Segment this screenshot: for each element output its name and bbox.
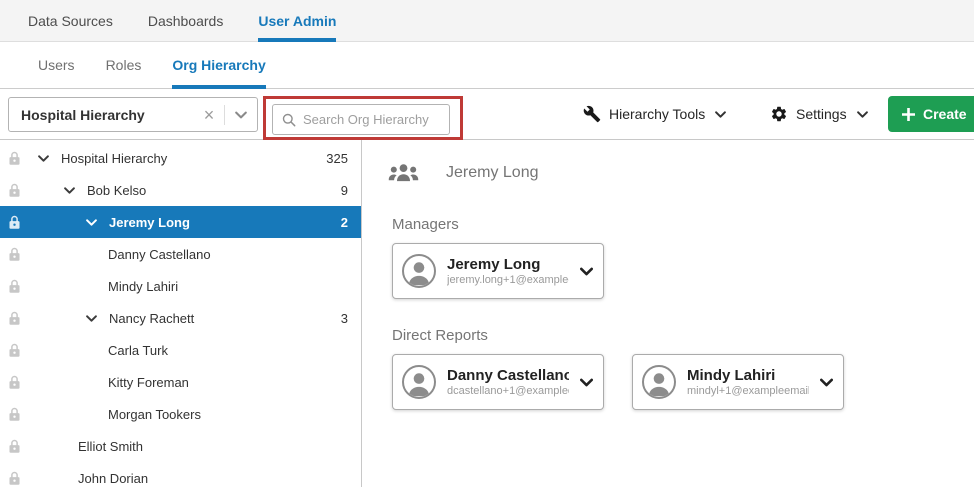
tree-row-label: Hospital Hierarchy bbox=[61, 151, 167, 166]
person-email: jeremy.long+1@examplee... bbox=[447, 274, 569, 286]
tree-row-label: Elliot Smith bbox=[78, 439, 143, 454]
lock-icon[interactable] bbox=[8, 342, 21, 358]
tree-row-label: Kitty Foreman bbox=[108, 375, 189, 390]
search-box bbox=[272, 104, 450, 135]
person-card[interactable]: Jeremy Long jeremy.long+1@examplee... bbox=[392, 243, 604, 299]
chevron-down-icon[interactable] bbox=[86, 219, 97, 226]
gear-icon bbox=[770, 105, 788, 123]
person-email: mindyl+1@exampleemail.... bbox=[687, 385, 809, 397]
tree-row-label: John Dorian bbox=[78, 471, 148, 486]
tree-row-label: Bob Kelso bbox=[87, 183, 146, 198]
wrench-icon bbox=[583, 105, 601, 123]
lock-icon[interactable] bbox=[8, 470, 21, 486]
chevron-down-icon[interactable] bbox=[820, 378, 833, 387]
tab-data-sources[interactable]: Data Sources bbox=[28, 0, 113, 41]
subtab-users[interactable]: Users bbox=[38, 42, 75, 88]
toolbar: Hospital Hierarchy × Hierarchy Tools Set… bbox=[0, 89, 974, 140]
tree-row[interactable]: Morgan Tookers bbox=[0, 398, 361, 430]
create-button[interactable]: Create bbox=[888, 96, 974, 132]
tree-row-label: Morgan Tookers bbox=[108, 407, 201, 422]
primary-nav: Data Sources Dashboards User Admin bbox=[0, 0, 974, 42]
tab-user-admin[interactable]: User Admin bbox=[258, 0, 336, 41]
tree-row[interactable]: Jeremy Long 2 bbox=[0, 206, 361, 238]
plus-icon bbox=[902, 108, 915, 121]
settings-label: Settings bbox=[796, 106, 847, 122]
subtab-org-hierarchy[interactable]: Org Hierarchy bbox=[172, 42, 265, 88]
person-card[interactable]: Danny Castellano dcastellano+1@examplee.… bbox=[392, 354, 604, 410]
lock-icon[interactable] bbox=[8, 406, 21, 422]
section-direct-reports: Direct Reports Danny Castellano dcastell… bbox=[392, 327, 974, 410]
search-icon bbox=[282, 113, 296, 127]
chevron-down-icon bbox=[715, 111, 726, 118]
person-email: dcastellano+1@examplee... bbox=[447, 385, 569, 397]
secondary-nav: Users Roles Org Hierarchy bbox=[0, 42, 974, 89]
person-card[interactable]: Mindy Lahiri mindyl+1@exampleemail.... bbox=[632, 354, 844, 410]
tree-row-label: Nancy Rachett bbox=[109, 311, 194, 326]
card-text: Jeremy Long jeremy.long+1@examplee... bbox=[447, 256, 569, 286]
person-name: Jeremy Long bbox=[447, 256, 569, 273]
settings-button[interactable]: Settings bbox=[770, 89, 868, 139]
avatar bbox=[402, 254, 436, 288]
tree-row[interactable]: John Dorian bbox=[0, 462, 361, 487]
lock-icon[interactable] bbox=[8, 182, 21, 198]
tree-row[interactable]: Elliot Smith bbox=[0, 430, 361, 462]
clear-icon[interactable]: × bbox=[194, 106, 224, 124]
tree-row[interactable]: Kitty Foreman bbox=[0, 366, 361, 398]
chevron-down-icon[interactable] bbox=[225, 111, 257, 119]
hierarchy-tools-button[interactable]: Hierarchy Tools bbox=[583, 89, 726, 139]
hierarchy-select[interactable]: Hospital Hierarchy × bbox=[8, 97, 258, 132]
tree-row-count: 325 bbox=[326, 151, 348, 166]
avatar bbox=[402, 365, 436, 399]
chevron-down-icon[interactable] bbox=[38, 155, 49, 162]
subtab-roles[interactable]: Roles bbox=[106, 42, 142, 88]
create-label: Create bbox=[923, 106, 967, 122]
lock-icon[interactable] bbox=[8, 438, 21, 454]
detail-title: Jeremy Long bbox=[446, 164, 539, 182]
section-heading: Managers bbox=[392, 216, 974, 233]
avatar bbox=[642, 365, 676, 399]
chevron-down-icon[interactable] bbox=[580, 267, 593, 276]
person-name: Mindy Lahiri bbox=[687, 367, 809, 384]
tree-row[interactable]: Carla Turk bbox=[0, 334, 361, 366]
tree-row[interactable]: Danny Castellano bbox=[0, 238, 361, 270]
card-text: Danny Castellano dcastellano+1@examplee.… bbox=[447, 367, 569, 397]
detail-panel: Jeremy Long Managers Jeremy Long jeremy.… bbox=[362, 140, 974, 487]
tree-row[interactable]: Mindy Lahiri bbox=[0, 270, 361, 302]
tree-row-count: 9 bbox=[341, 183, 348, 198]
tree-row-label: Danny Castellano bbox=[108, 247, 211, 262]
lock-icon[interactable] bbox=[8, 150, 21, 166]
card-text: Mindy Lahiri mindyl+1@exampleemail.... bbox=[687, 367, 809, 397]
hierarchy-select-value: Hospital Hierarchy bbox=[9, 107, 194, 123]
tree-row-label: Carla Turk bbox=[108, 343, 168, 358]
lock-icon[interactable] bbox=[8, 278, 21, 294]
lock-icon[interactable] bbox=[8, 246, 21, 262]
tree-row[interactable]: Bob Kelso 9 bbox=[0, 174, 361, 206]
detail-header: Jeremy Long bbox=[388, 160, 974, 186]
tree-row-count: 3 bbox=[341, 311, 348, 326]
section-managers: Managers Jeremy Long jeremy.long+1@examp… bbox=[392, 216, 974, 299]
lock-icon[interactable] bbox=[8, 310, 21, 326]
tree-row[interactable]: Nancy Rachett 3 bbox=[0, 302, 361, 334]
person-name: Danny Castellano bbox=[447, 367, 569, 384]
chevron-down-icon bbox=[857, 111, 868, 118]
org-tree-panel: Hospital Hierarchy 325 Bob Kelso 9 Jerem… bbox=[0, 140, 362, 487]
hierarchy-tools-label: Hierarchy Tools bbox=[609, 106, 705, 122]
chevron-down-icon[interactable] bbox=[86, 315, 97, 322]
lock-icon[interactable] bbox=[8, 374, 21, 390]
tree-row[interactable]: Hospital Hierarchy 325 bbox=[0, 142, 361, 174]
chevron-down-icon[interactable] bbox=[580, 378, 593, 387]
tree-row-count: 2 bbox=[341, 215, 348, 230]
lock-icon[interactable] bbox=[8, 214, 21, 230]
tab-dashboards[interactable]: Dashboards bbox=[148, 0, 224, 41]
annotation-highlight-box bbox=[263, 96, 463, 140]
tree-row-label: Mindy Lahiri bbox=[108, 279, 178, 294]
search-input[interactable] bbox=[303, 112, 449, 127]
chevron-down-icon[interactable] bbox=[64, 187, 75, 194]
section-heading: Direct Reports bbox=[392, 327, 974, 344]
org-group-icon bbox=[388, 161, 419, 185]
tree-row-label: Jeremy Long bbox=[109, 215, 190, 230]
